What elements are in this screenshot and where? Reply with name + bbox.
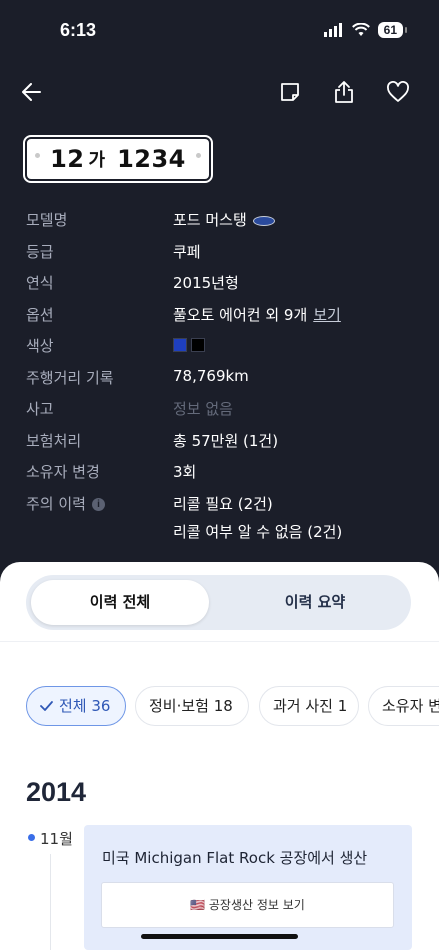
status-time: 6:13 (60, 20, 97, 40)
tab-full-history[interactable]: 이력 전체 (31, 580, 209, 625)
timeline-event-card: 미국 Michigan Flat Rock 공장에서 생산 🇺🇸 공장생산 정보… (84, 825, 412, 950)
status-icons: 61 (323, 22, 408, 38)
info-row-grade: 등급 쿠페 (26, 237, 426, 263)
license-plate: 12 가 1234 (23, 135, 213, 183)
info-label: 옵션 (26, 306, 54, 324)
info-row-model: 모델명 포드 머스탱 (26, 205, 426, 231)
chip-label: 소유자 변 (382, 697, 439, 715)
info-label: 사고 (26, 400, 54, 418)
plate-bolt (196, 153, 201, 158)
model-name: 포드 머스탱 (173, 211, 247, 229)
timeline-dot (28, 834, 35, 841)
info-label: 주의 이력 i (26, 493, 105, 514)
filter-chips: 전체 36 정비·보험 18 과거 사진 1 소유자 변 (26, 686, 439, 726)
ford-logo-icon (252, 215, 275, 226)
battery-indicator: 61 (377, 22, 408, 38)
info-value: 3회 (173, 463, 197, 481)
history-tab-switch: 이력 전체 이력 요약 (26, 575, 411, 630)
check-icon (40, 701, 53, 711)
info-row-color: 색상 (26, 331, 426, 357)
chip-all[interactable]: 전체 36 (26, 686, 126, 726)
caution-label: 주의 이력 (26, 495, 86, 513)
info-value-secondary: 리콜 여부 알 수 없음 (2건) (173, 523, 343, 541)
info-label: 모델명 (26, 211, 68, 229)
history-sheet: 이력 전체 이력 요약 전체 36 정비·보험 18 과거 사진 1 소유자 변… (0, 562, 439, 950)
info-row-mileage: 주행거리 기록 78,769km (26, 363, 426, 389)
info-label: 연식 (26, 274, 54, 292)
plate-number-right: 1234 (117, 145, 186, 173)
options-view-link[interactable]: 보기 (313, 306, 341, 324)
info-row-caution: 주의 이력 i 리콜 필요 (2건) 리콜 여부 알 수 없음 (2건) (26, 489, 426, 543)
top-nav (0, 70, 439, 114)
info-value: 78,769km (173, 367, 249, 385)
info-value: 정보 없음 (173, 400, 233, 418)
event-title: 미국 Michigan Flat Rock 공장에서 생산 (102, 849, 368, 867)
chip-maintenance-insurance[interactable]: 정비·보험 18 (135, 686, 249, 726)
info-row-options: 옵션 풀오토 에어컨 외 9개 보기 (26, 300, 426, 326)
chip-label: 전체 36 (59, 697, 111, 715)
timeline-year: 2014 (26, 777, 87, 807)
info-value: 리콜 필요 (2건) (173, 495, 273, 513)
info-label: 등급 (26, 243, 54, 261)
info-label: 주행거리 기록 (26, 369, 114, 387)
share-icon (335, 81, 353, 103)
divider (0, 641, 439, 642)
plate-bolt (35, 153, 40, 158)
info-row-insurance: 보험처리 총 57만원 (1건) (26, 426, 426, 452)
chip-past-photos[interactable]: 과거 사진 1 (259, 686, 359, 726)
info-value: 2015년형 (173, 274, 239, 292)
options-text: 풀오토 에어컨 외 9개 (173, 306, 308, 324)
timeline-line (50, 854, 51, 950)
wifi-icon (351, 23, 370, 36)
info-value: 쿠페 (173, 243, 201, 261)
memo-icon (281, 83, 299, 101)
plate-hangul: 가 (88, 150, 106, 171)
color-swatches (173, 335, 209, 353)
favorite-button[interactable] (384, 78, 412, 106)
color-swatch-blue (173, 337, 187, 352)
info-value: 풀오토 에어컨 외 9개 보기 (173, 304, 341, 325)
info-label: 색상 (26, 337, 54, 355)
share-button[interactable] (330, 78, 358, 106)
status-bar: 6:13 61 (0, 0, 439, 60)
chip-label: 정비·보험 18 (149, 697, 233, 715)
home-indicator[interactable] (141, 934, 298, 939)
plate-number-left: 12 (50, 145, 85, 173)
info-value: 포드 머스탱 (173, 209, 275, 230)
timeline-month: 11월 (40, 830, 73, 848)
info-row-year: 연식 2015년형 (26, 268, 426, 294)
chip-label: 과거 사진 1 (273, 697, 348, 715)
color-swatch-black (191, 337, 205, 352)
factory-info-button[interactable]: 🇺🇸 공장생산 정보 보기 (101, 882, 394, 928)
info-label: 소유자 변경 (26, 463, 100, 481)
tab-history-summary[interactable]: 이력 요약 (226, 580, 404, 625)
back-button[interactable] (17, 78, 45, 106)
memo-button[interactable] (276, 78, 304, 106)
info-icon[interactable]: i (91, 498, 105, 511)
info-row-accident: 사고 정보 없음 (26, 394, 426, 420)
info-row-owner-change: 소유자 변경 3회 (26, 457, 426, 483)
back-arrow-icon (22, 83, 41, 101)
heart-icon (387, 81, 409, 102)
chip-owner[interactable]: 소유자 변 (368, 686, 439, 726)
info-value: 총 57만원 (1건) (173, 432, 279, 450)
info-label: 보험처리 (26, 432, 82, 450)
signal-icon (323, 23, 342, 37)
